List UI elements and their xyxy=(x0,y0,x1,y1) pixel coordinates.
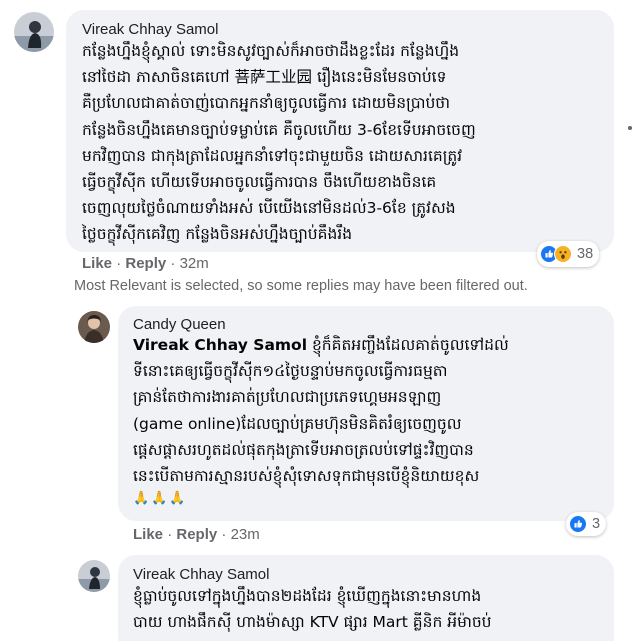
avatar[interactable] xyxy=(78,311,110,343)
comment-line: ថ្លៃចក្ខុវីស៊ីកគេវិញ កន្លែងចិនអស់ហ្នឹងច្… xyxy=(82,225,353,244)
comment-timestamp[interactable]: 32m xyxy=(180,255,209,272)
more-options-icon[interactable] xyxy=(628,126,632,130)
user-photo-icon xyxy=(14,12,54,52)
comment-line: ចេញលុយថ្លៃចំណាយទាំងអស់ បើយើងនៅមិនដល់3-6ខ… xyxy=(82,199,456,218)
comment-line: (game online)ដែលច្បាប់គ្រមហ៊ុនមិនគិតរំឲ្… xyxy=(133,414,462,433)
like-button[interactable]: Like xyxy=(82,255,112,272)
comment-line: កន្លែងចិនហ្នឹងគេមានច្បាប់ទម្លាប់គេ គឺចូល… xyxy=(82,120,476,139)
avatar[interactable] xyxy=(14,12,54,52)
reaction-count: 3 xyxy=(592,516,601,532)
wow-reaction-icon xyxy=(554,245,572,263)
comment-line: ទីនោះគេឲ្យធ្វើចក្ខុវីស៊ីក១៤ថ្ងៃបន្ទាប់មក… xyxy=(133,362,448,381)
comment-line: ខ្ញុំធ្លាប់ចូលទៅក្នុងហ្នឹងបាន២ដងដែរ ខ្ញុ… xyxy=(133,587,482,605)
like-button[interactable]: Like xyxy=(133,526,163,543)
reaction-summary[interactable]: 3 xyxy=(566,512,607,536)
comment-text: កន្លែងហ្នឹងខ្ញុំស្គាល់ ទោះមិនសូវច្បាស់ក៏… xyxy=(82,38,476,248)
comment-text: Vireak Chhay Samol ខ្ញុំក៏គិតអញ្ចឹងដែលគា… xyxy=(133,332,509,489)
comment-line: មកវិញបាន ជាកុងត្រាដែលអ្នកនាំទៅចុះជាមួយចិ… xyxy=(82,146,463,165)
comment-line: កន្លែងហ្នឹងខ្ញុំស្គាល់ ទោះមិនសូវច្បាស់ក៏… xyxy=(82,42,460,60)
reply-button[interactable]: Reply xyxy=(125,255,166,272)
pray-emoji: 🙏🙏🙏 xyxy=(133,491,188,506)
comment-author[interactable]: Candy Queen xyxy=(133,316,226,333)
avatar[interactable] xyxy=(78,560,110,592)
comment-line: ធ្វើចក្ខុវីស៊ីក ហើយទើបអាចចូលធ្វើការបាន ច… xyxy=(82,172,437,191)
comment-line: គ្រាន់តែថាការងារគាត់ប្រហែលជាប្រភេទហ្គេមអ… xyxy=(133,388,442,407)
comment-line: នេះបើតាមការស្មានរបស់ខ្ញុំសុំទោសទុកជាមុនប… xyxy=(133,466,480,485)
comment-author[interactable]: Vireak Chhay Samol xyxy=(133,566,269,583)
reaction-summary[interactable]: 38 xyxy=(537,241,600,267)
user-photo-icon xyxy=(78,560,110,592)
comment-line: បាយ ហាងផឹកស៊ី ហាងម៉ាស្សា KTV ផ្សារ Mart … xyxy=(133,613,492,632)
reaction-count: 38 xyxy=(577,246,594,262)
comment-timestamp[interactable]: 23m xyxy=(231,526,260,543)
reply-button[interactable]: Reply xyxy=(176,526,217,543)
filter-notice: Most Relevant is selected, so some repli… xyxy=(74,278,528,294)
comment-actions: Like · Reply · 23m xyxy=(133,526,260,543)
comment-text: ខ្ញុំធ្លាប់ចូលទៅក្នុងហ្នឹងបាន២ដងដែរ ខ្ញុ… xyxy=(133,583,492,635)
comment-actions: Like · Reply · 32m xyxy=(82,255,209,272)
comment-line: នៅថៃដា ភាសាចិនគេហៅ 菩萨工业园 រឿងនេះមិនមែនចាប… xyxy=(82,68,447,87)
comment-author[interactable]: Vireak Chhay Samol xyxy=(82,21,218,38)
user-photo-icon xyxy=(78,311,110,343)
mention-link[interactable]: Vireak Chhay Samol xyxy=(133,336,307,354)
like-reaction-icon xyxy=(569,515,587,533)
comment-line: ផ្ដេសផ្ដាសរហូតដល់ផុតកុងត្រាទើបអាចត្រលប់ទ… xyxy=(133,440,474,459)
comment-line: គឺប្រហែលជាគាត់ចាញ់បោកអ្នកនាំឲ្យចូលធ្វើកា… xyxy=(82,94,451,113)
comment-line: ខ្ញុំក៏គិតអញ្ចឹងដែលគាត់ចូលទៅដល់ xyxy=(307,336,509,354)
